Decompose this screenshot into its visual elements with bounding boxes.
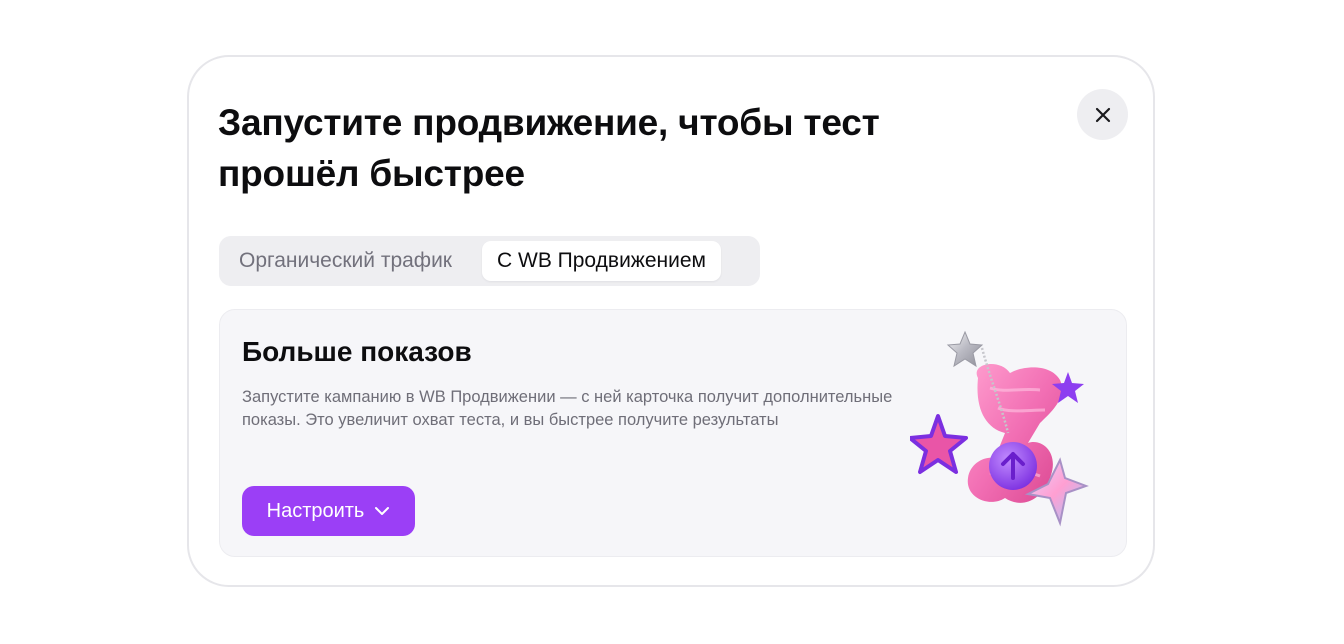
tab-organic-traffic[interactable]: Органический трафик [224,241,482,281]
modal-title: Запустите продвижение, чтобы тест прошёл… [218,102,880,194]
close-button[interactable] [1077,89,1128,140]
traffic-tabs: Органический трафик С WB Продвижением [219,236,760,286]
card-title: Больше показов [242,336,472,367]
purple-star-icon [910,414,968,474]
promo-illustration [910,330,1089,527]
silver-star-icon [946,330,984,368]
tab-wb-promotion[interactable]: С WB Продвижением [482,241,721,281]
close-icon [1095,107,1110,122]
chevron-down-icon [375,507,390,515]
arrow-medallion-icon [989,442,1037,490]
card-description: Запустите кампанию в WB Продвижении — с … [242,388,893,429]
setup-button[interactable]: Настроить [242,486,415,536]
setup-button-label: Настроить [266,499,365,522]
promo-card: Больше показов Запустите кампанию в WB П… [219,309,1127,557]
promotion-modal: Запустите продвижение, чтобы тест прошёл… [187,55,1155,587]
